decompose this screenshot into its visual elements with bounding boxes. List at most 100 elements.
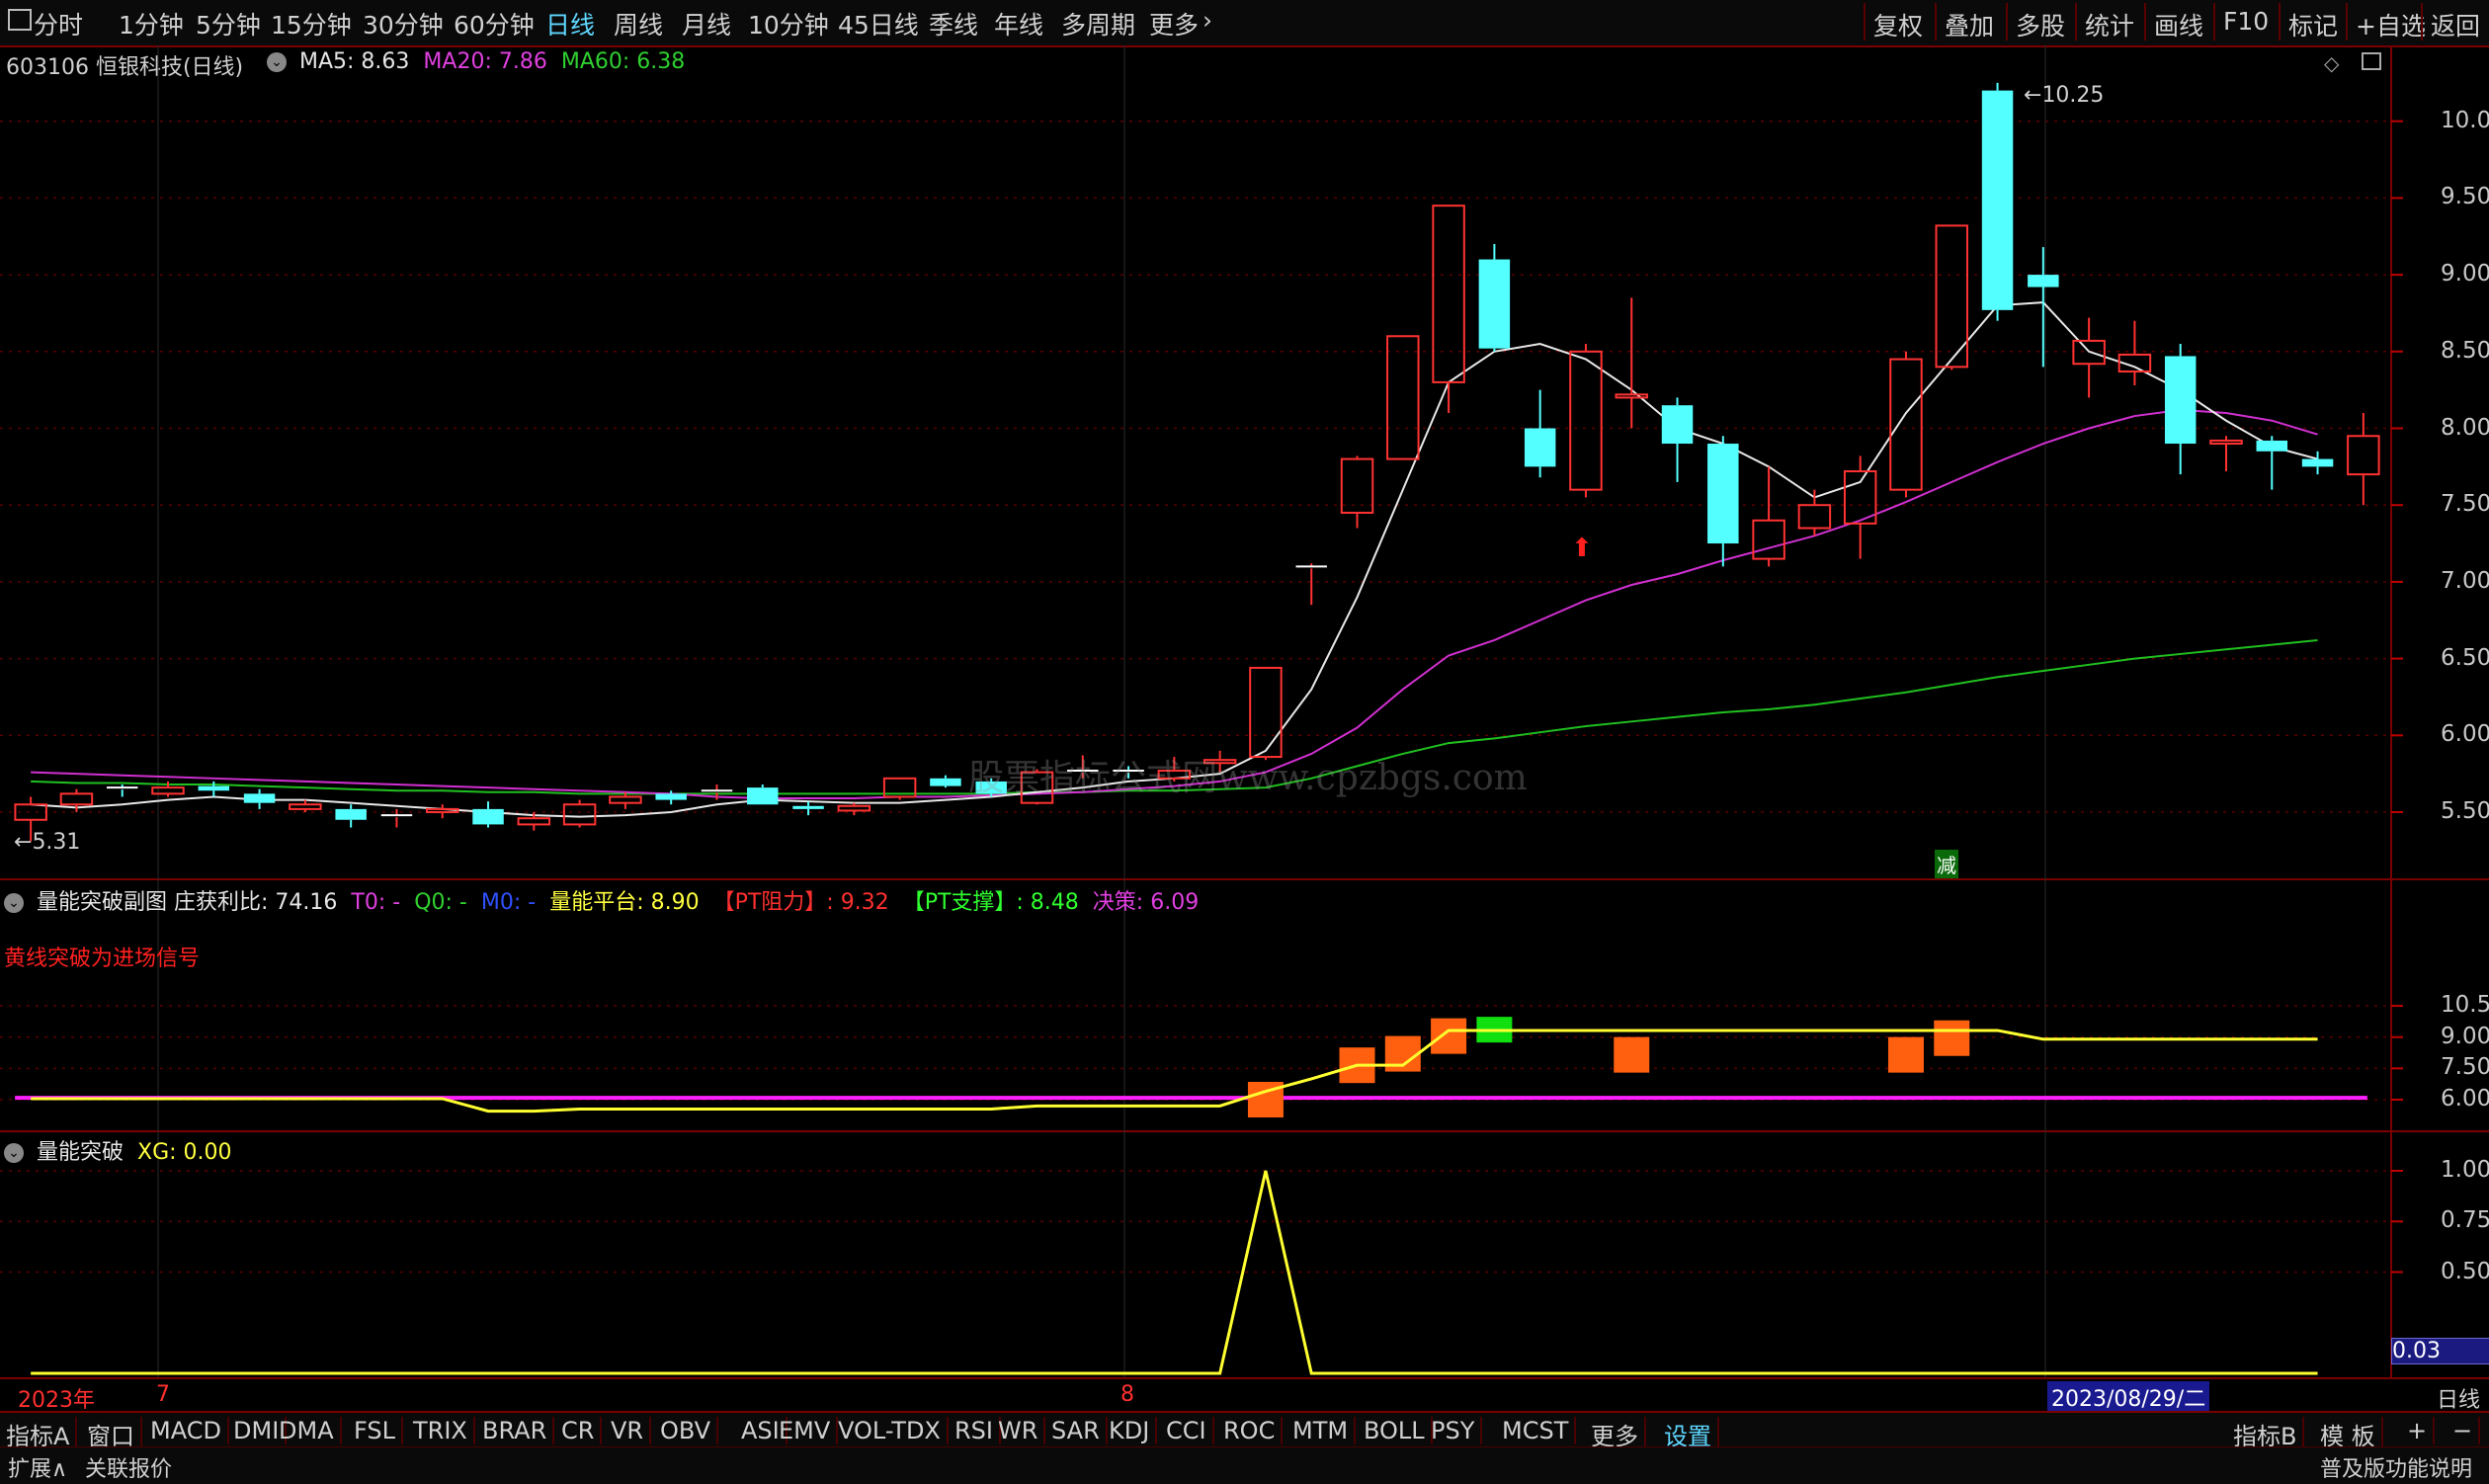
- candle-down: [1707, 444, 1739, 544]
- indicator-tab-21[interactable]: BOLL: [1364, 1417, 1433, 1444]
- candle-down: [472, 808, 504, 825]
- buy-arrow-icon: ⬆: [1571, 534, 1593, 563]
- indicator-tab-12[interactable]: EMV: [779, 1417, 839, 1444]
- main-axis-label: 8.00: [2441, 414, 2489, 441]
- signal-block: [1431, 1018, 1467, 1054]
- indicator-tab-5[interactable]: FSL: [354, 1417, 403, 1444]
- bottom-right-3[interactable]: −: [2452, 1417, 2481, 1444]
- main-axis-label: 5.50: [2441, 798, 2489, 824]
- sub2-legend: ⌄ 量能突破 XG: 0.00: [4, 1134, 232, 1166]
- low-price-label: ←5.31: [14, 830, 81, 855]
- month-7-label: 7: [156, 1382, 170, 1407]
- indicator-tab-2[interactable]: MACD: [150, 1417, 229, 1444]
- candle-down: [243, 793, 276, 803]
- indicator-tab-7[interactable]: BRAR: [482, 1417, 555, 1444]
- kline-chart[interactable]: [0, 0, 2489, 1411]
- period-label: 日线: [2437, 1388, 2481, 1413]
- candle-down: [655, 793, 687, 800]
- bottom-right-2[interactable]: +: [2407, 1417, 2436, 1444]
- collapse-icon[interactable]: ⌄: [4, 893, 24, 913]
- indicator-tab-20[interactable]: MTM: [1292, 1417, 1357, 1444]
- indicator-tab-10[interactable]: OBV: [660, 1417, 719, 1444]
- indicator-tab-18[interactable]: CCI: [1166, 1417, 1214, 1444]
- candle-up: [289, 803, 322, 810]
- indicator-tab-14[interactable]: RSI: [954, 1417, 1001, 1444]
- candle-down: [1524, 428, 1556, 467]
- sub2-axis-label: 1.00: [2441, 1157, 2489, 1183]
- main-axis-label: 7.50: [2441, 491, 2489, 518]
- candle-down: [930, 778, 961, 786]
- indicator-tab-19[interactable]: ROC: [1223, 1417, 1284, 1444]
- candle-down: [792, 805, 824, 809]
- current-value-box: 0.03: [2391, 1338, 2489, 1364]
- cursor-date: 2023/08/29/二: [2047, 1381, 2210, 1413]
- main-axis-label: 6.50: [2441, 644, 2489, 671]
- expand-button[interactable]: 扩展∧: [8, 1451, 67, 1483]
- candle-down: [747, 787, 779, 805]
- year-label: 2023年: [18, 1388, 95, 1413]
- sub2-axis-label: 0.75: [2441, 1207, 2489, 1234]
- indicator-tab-16[interactable]: SAR: [1051, 1417, 1108, 1444]
- candle-up: [1797, 504, 1832, 530]
- indicator-tab-15[interactable]: WR: [998, 1417, 1046, 1444]
- ma20-line: [31, 408, 2318, 800]
- candle-down: [198, 785, 230, 791]
- candle-up: [1752, 519, 1785, 560]
- candle-down: [2256, 440, 2288, 452]
- edition-info-button[interactable]: 普及版功能说明: [2320, 1451, 2472, 1483]
- high-price-label: ←10.25: [2024, 83, 2105, 108]
- status-bar: 扩展∧ 关联报价 普及版功能说明: [0, 1446, 2489, 1484]
- sub2-axis-label: 0.50: [2441, 1258, 2489, 1284]
- watermark: 股票指标公式网www.cpzbgs.com: [968, 758, 1528, 798]
- candle-up: [1340, 457, 1374, 514]
- indicator-tab-6[interactable]: TRIX: [413, 1417, 475, 1444]
- candle-down: [1478, 259, 1511, 349]
- signal-block: [1614, 1036, 1650, 1073]
- indicator-tab-22[interactable]: PSY: [1431, 1417, 1483, 1444]
- indicator-tab-23[interactable]: MCST: [1502, 1417, 1577, 1444]
- indicator-tab-17[interactable]: KDJ: [1109, 1417, 1158, 1444]
- candle-up: [2347, 435, 2380, 476]
- sub1-note: 黄线突破为进场信号: [4, 947, 201, 971]
- candle-up: [151, 786, 185, 795]
- indicator-tab-9[interactable]: VR: [611, 1417, 652, 1444]
- main-axis-label: 9.00: [2441, 261, 2489, 288]
- related-quote-button[interactable]: 关联报价: [85, 1451, 172, 1483]
- indicator-tab-8[interactable]: CR: [561, 1417, 603, 1444]
- main-axis-label: 10.00: [2441, 107, 2489, 133]
- month-8-label: 8: [1120, 1382, 1134, 1407]
- main-axis-label: 8.50: [2441, 337, 2489, 364]
- sub1-axis-label: 6.00: [2441, 1086, 2489, 1112]
- candle-up: [1249, 666, 1283, 759]
- reduce-marker: 减: [1935, 850, 1958, 878]
- main-axis-label: 6.00: [2441, 721, 2489, 748]
- ma5-line: [31, 301, 2318, 818]
- main-axis-label: 7.00: [2441, 567, 2489, 594]
- candle-up: [2209, 439, 2243, 446]
- sub1-axis-label: 10.50: [2441, 992, 2489, 1019]
- candle-up: [59, 792, 94, 806]
- candle-up: [1432, 205, 1465, 383]
- candle-up: [1386, 335, 1420, 460]
- candle-down: [2028, 275, 2059, 288]
- candle-down: [335, 808, 367, 820]
- date-axis: 2023年 7 8 2023/08/29/二 日线: [0, 1377, 2489, 1413]
- indicator-tab-13[interactable]: VOL-TDX: [838, 1417, 949, 1444]
- signal-block: [1887, 1036, 1924, 1073]
- candle-down: [2301, 458, 2334, 467]
- candle-up: [562, 803, 597, 826]
- sub1-axis-label: 9.00: [2441, 1023, 2489, 1049]
- collapse-icon[interactable]: ⌄: [4, 1143, 24, 1163]
- candle-up: [1569, 350, 1603, 491]
- candle-up: [609, 795, 642, 804]
- sub1-axis-label: 7.50: [2441, 1054, 2489, 1081]
- indicator-tabs: 指标A 窗口 MACD DMI DMA FSL TRIX BRAR CR VR OBV ASI EMV V…: [0, 1411, 2489, 1451]
- candle-up: [1615, 393, 1648, 399]
- candle-down: [1981, 90, 2014, 310]
- signal-block: [1934, 1020, 1970, 1056]
- candle-up: [837, 804, 871, 812]
- candle-up: [1889, 358, 1923, 491]
- sub1-legend: ⌄ 量能突破副图 庄获利比: 74.16 T0: - Q0: - M0: - 量…: [4, 884, 1199, 916]
- candle-down: [2164, 356, 2197, 445]
- indicator-tab-4[interactable]: DMA: [279, 1417, 342, 1444]
